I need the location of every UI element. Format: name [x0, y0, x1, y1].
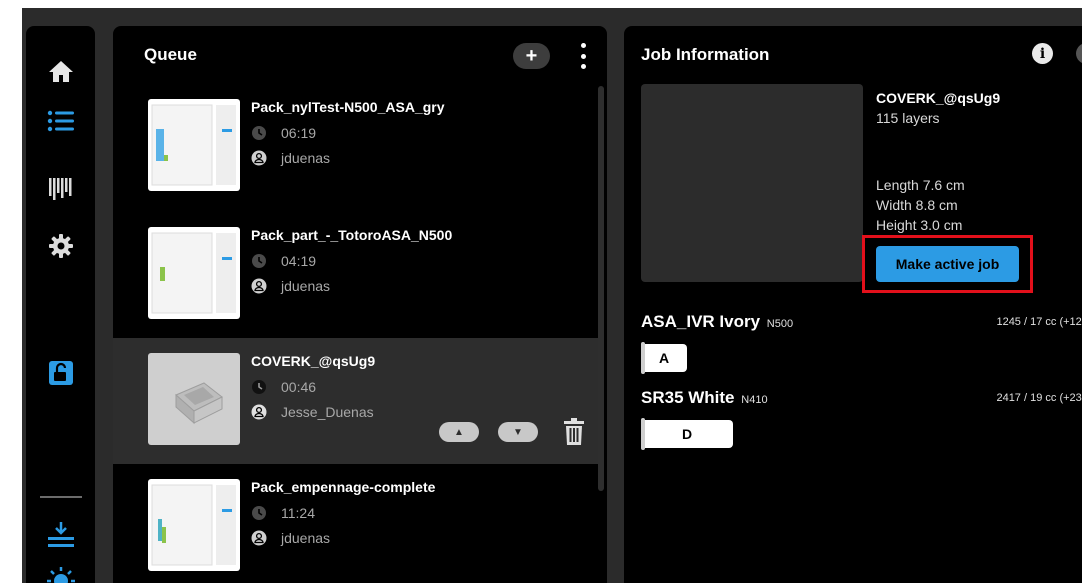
secondary-action-icon[interactable]	[1076, 43, 1082, 64]
job-height: Height 3.0 cm	[876, 217, 963, 233]
job-thumbnail	[148, 479, 240, 571]
queue-title: Queue	[144, 45, 197, 64]
list-icon	[47, 110, 74, 132]
material-volume: 1245 / 17 cc (+1228	[996, 316, 1082, 328]
job-duration: 04:19	[251, 253, 316, 269]
app-screen: Queue + Pack_nylTest-N500_ASA_gry 06:19	[22, 8, 1082, 583]
material-model: N410	[741, 394, 768, 406]
sidebar-item-home[interactable]	[26, 46, 95, 96]
sidebar-divider	[40, 496, 82, 498]
queue-job-item-selected[interactable]: COVERK_@qsUg9 00:46 Jesse_Duenas ▲ ▼	[113, 338, 598, 464]
material-name: ASA_IVR Ivory	[641, 312, 761, 331]
sidebar-item-download[interactable]	[26, 510, 95, 560]
clock-icon	[251, 253, 267, 269]
home-icon	[48, 61, 73, 82]
info-icon[interactable]: i	[1032, 43, 1053, 64]
job-owner: Jesse_Duenas	[251, 404, 374, 420]
unlock-icon	[48, 361, 73, 385]
queue-job-item[interactable]: Pack_nylTest-N500_ASA_gry 06:19 jduenas	[113, 84, 598, 210]
move-down-button[interactable]: ▼	[498, 422, 538, 442]
job-thumbnail	[148, 353, 240, 445]
job-name: Pack_part_-_TotoroASA_N500	[251, 227, 453, 243]
job-width: Width 8.8 cm	[876, 197, 958, 213]
job-information-title: Job Information	[641, 45, 770, 64]
trash-icon	[564, 418, 584, 445]
job-duration: 06:19	[251, 125, 316, 141]
delete-job-button[interactable]	[563, 418, 585, 446]
queue-job-item[interactable]: Pack_empennage-complete 11:24 jduenas	[113, 464, 598, 583]
more-options-icon[interactable]	[576, 41, 590, 71]
add-job-button[interactable]: +	[513, 43, 550, 69]
queue-scrollbar[interactable]	[598, 86, 604, 491]
job-owner: jduenas	[251, 150, 330, 166]
user-icon	[251, 530, 267, 546]
brightness-icon	[46, 567, 75, 583]
job-preview	[641, 84, 863, 282]
job-name: COVERK_@qsUg9	[251, 353, 376, 369]
job-owner: jduenas	[251, 278, 330, 294]
job-title: COVERK_@qsUg9	[876, 90, 1001, 106]
material-name: SR35 White	[641, 388, 735, 407]
user-icon	[251, 278, 267, 294]
queue-panel: Queue + Pack_nylTest-N500_ASA_gry 06:19	[113, 26, 607, 583]
job-duration: 11:24	[251, 505, 315, 521]
job-layers: 115 layers	[876, 110, 940, 126]
sidebar-item-brightness[interactable]	[26, 556, 95, 583]
move-up-button[interactable]: ▲	[439, 422, 479, 442]
user-icon	[251, 150, 267, 166]
clock-icon	[251, 505, 267, 521]
clock-icon	[251, 125, 267, 141]
job-name: Pack_empennage-complete	[251, 479, 436, 495]
queue-job-item[interactable]: Pack_part_-_TotoroASA_N500 04:19 jduenas	[113, 212, 598, 338]
clock-icon	[251, 379, 267, 395]
material-model: N500	[766, 318, 794, 330]
gear-icon	[48, 234, 73, 258]
job-owner: jduenas	[251, 530, 330, 546]
job-thumbnail	[148, 99, 240, 191]
sidebar-item-settings[interactable]	[26, 221, 95, 271]
job-name: Pack_nylTest-N500_ASA_gry	[251, 99, 445, 115]
material-slot-a[interactable]: A	[641, 342, 687, 374]
material-volume: 2417 / 19 cc (+2398	[996, 392, 1082, 404]
download-icon	[47, 522, 74, 547]
sidebar-item-printer[interactable]	[26, 163, 95, 213]
sidebar-item-queue[interactable]	[26, 96, 95, 146]
sidebar-item-unlock[interactable]	[26, 348, 95, 398]
job-length: Length 7.6 cm	[876, 177, 965, 193]
job-thumbnail	[148, 227, 240, 319]
user-icon	[251, 404, 267, 420]
sidebar	[26, 26, 95, 583]
highlight-box	[862, 235, 1033, 293]
material-row: ASA_IVR Ivory N500	[641, 312, 793, 332]
material-row: SR35 White N410	[641, 388, 768, 408]
job-information-panel: Job Information i COVERK_@qsUg9 115 laye…	[624, 26, 1082, 583]
printer-icon	[48, 178, 71, 200]
job-duration: 00:46	[251, 379, 316, 395]
material-slot-d[interactable]: D	[641, 418, 733, 450]
